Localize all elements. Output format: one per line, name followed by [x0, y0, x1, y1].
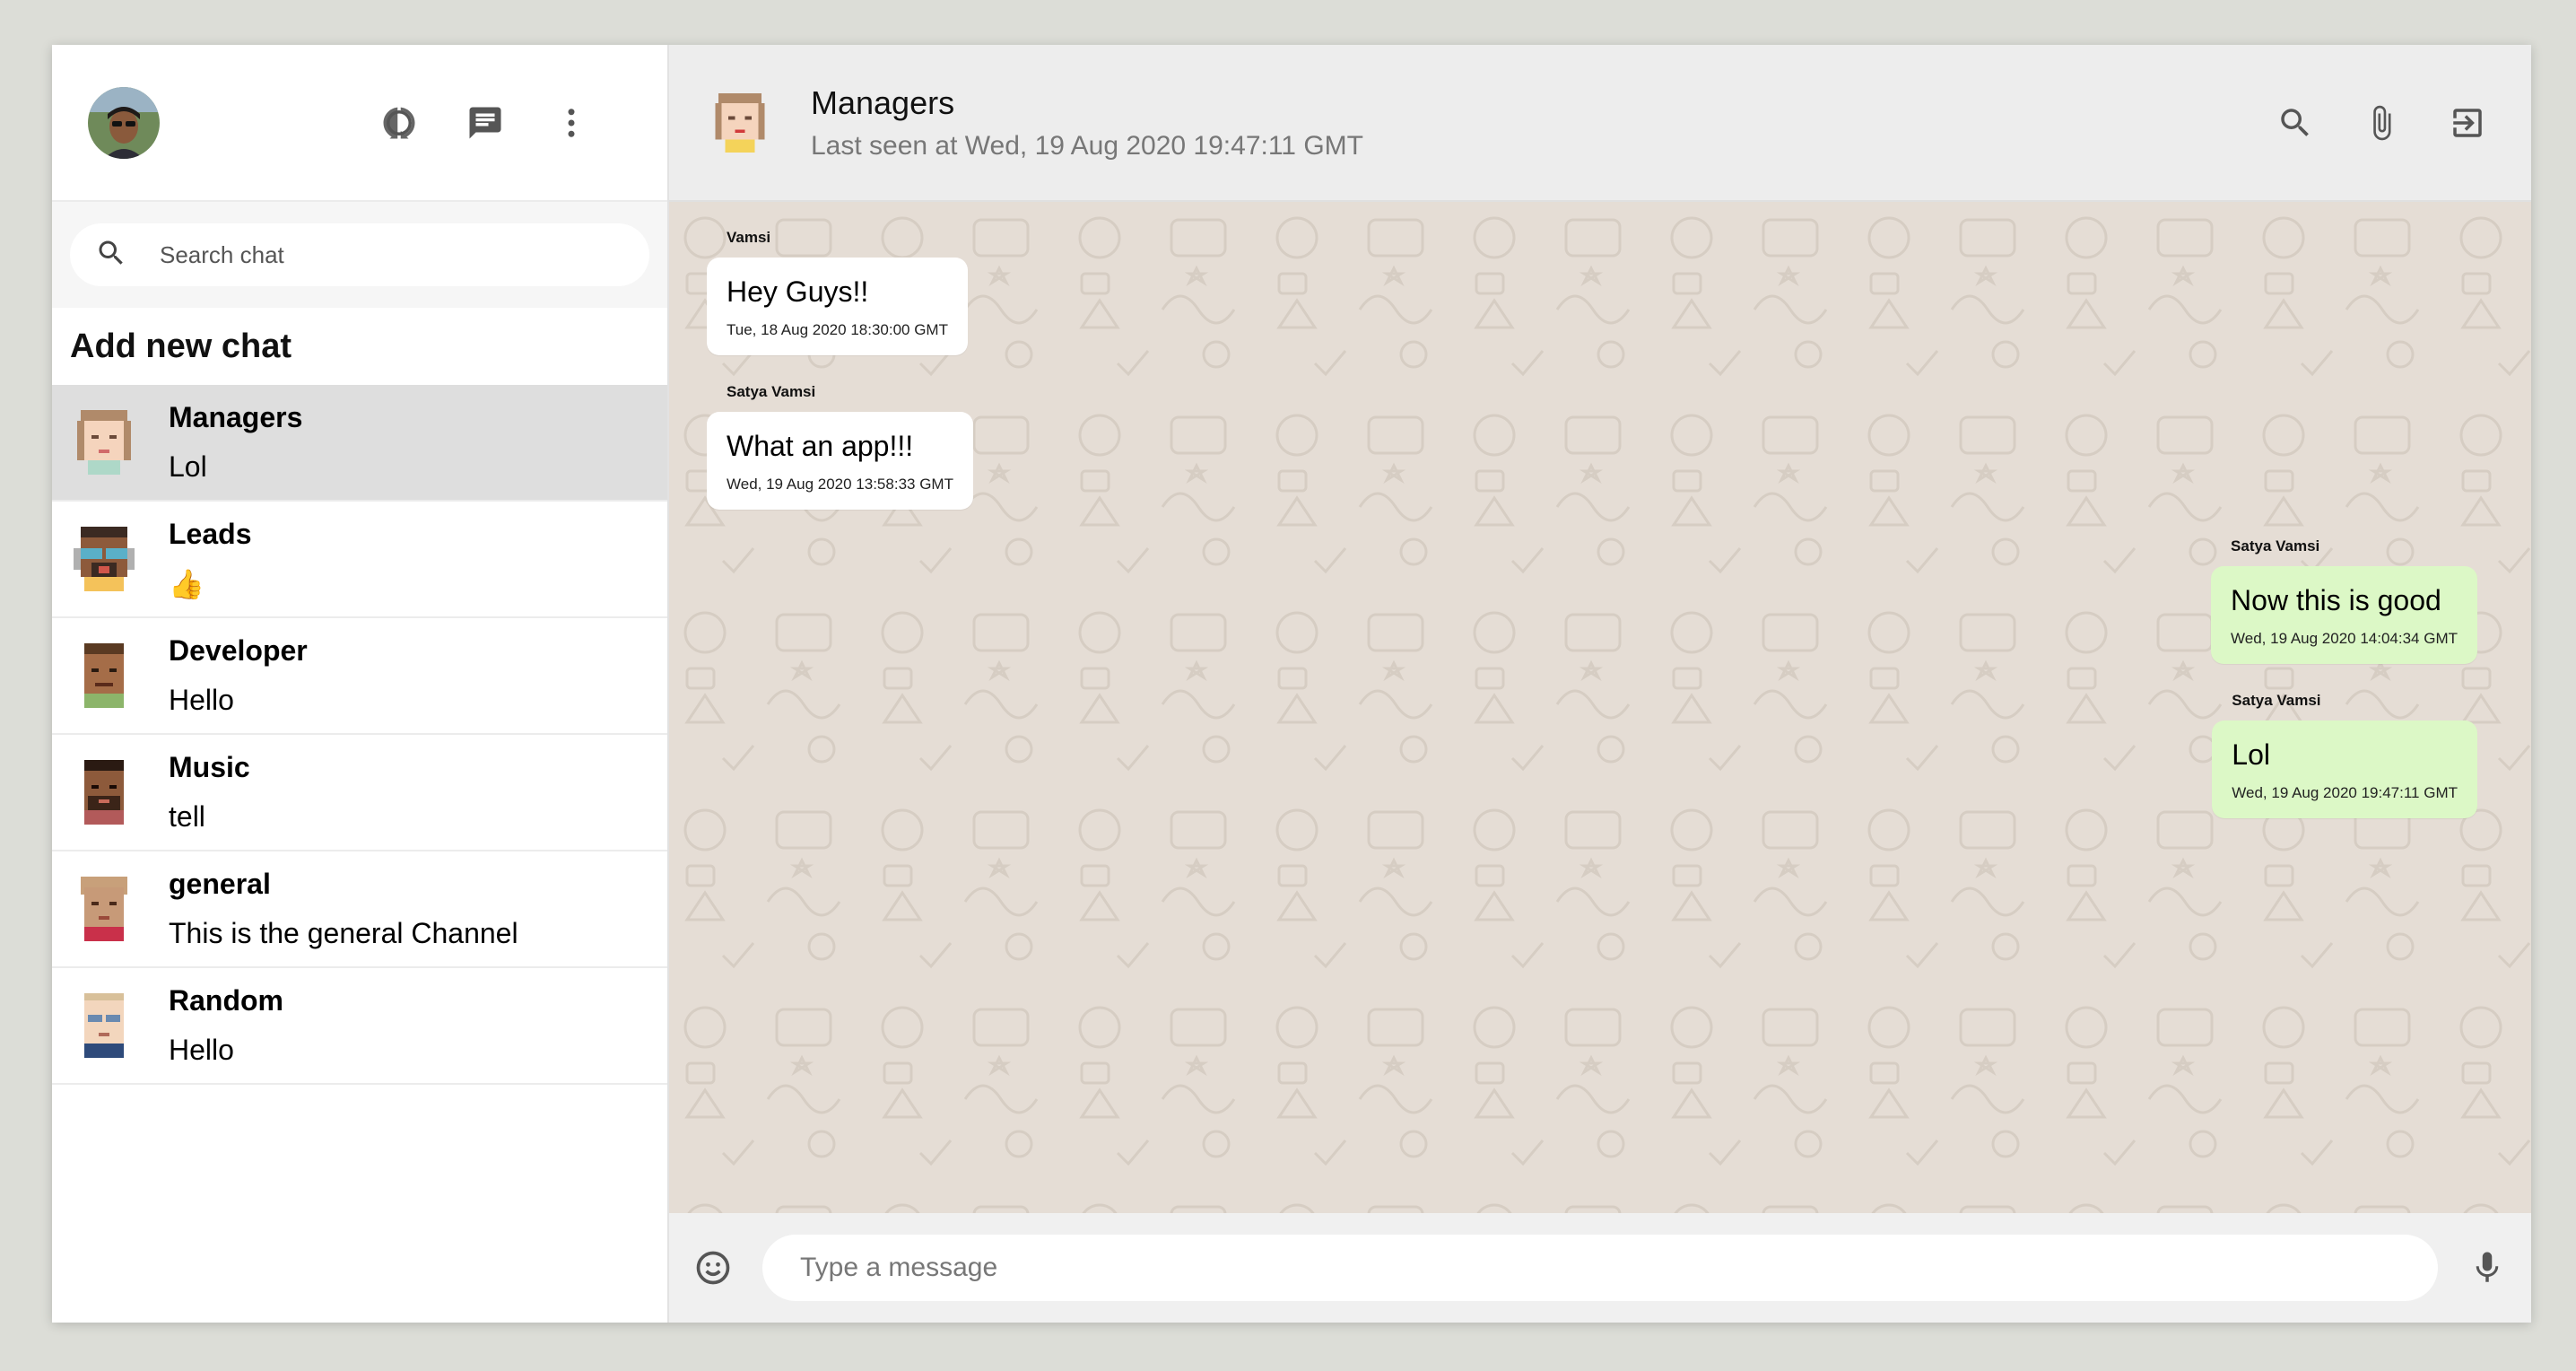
new-chat-icon[interactable] — [461, 99, 509, 147]
chat-name: Leads — [169, 517, 252, 550]
message-text: Lol — [2232, 738, 2270, 771]
message-sender: Satya Vamsi — [727, 383, 816, 400]
group-avatar — [70, 990, 138, 1061]
group-avatar — [70, 640, 138, 712]
search-icon[interactable] — [2271, 99, 2319, 147]
chat-last-message: tell — [169, 800, 205, 833]
message-composer — [669, 1213, 2531, 1323]
chat-item-leads[interactable]: Leads 👍 — [52, 502, 667, 618]
emoji-icon[interactable] — [689, 1244, 737, 1292]
chat-last-message: 👍 — [169, 567, 205, 600]
group-avatar — [70, 873, 138, 945]
group-avatar — [70, 756, 138, 828]
attach-icon[interactable] — [2357, 99, 2406, 147]
chat-last-message: Hello — [169, 1034, 234, 1066]
chat-name: Music — [169, 751, 250, 783]
chat-item-managers[interactable]: Managers Lol — [52, 385, 667, 502]
status-icon[interactable] — [375, 99, 423, 147]
chat-name: general — [169, 868, 271, 900]
message-bubble[interactable]: Hey Guys!! Tue, 18 Aug 2020 18:30:00 GMT — [707, 258, 968, 355]
message-time: Tue, 18 Aug 2020 18:30:00 GMT — [727, 321, 948, 338]
chat-last-message: This is the general Channel — [169, 917, 518, 949]
message-sender: Satya Vamsi — [2231, 537, 2320, 555]
message-sender: Satya Vamsi — [2232, 692, 2321, 709]
add-new-chat-button[interactable]: Add new chat — [52, 308, 667, 385]
message-text: Hey Guys!! — [727, 275, 869, 308]
chat-name: Managers — [169, 401, 303, 433]
message-time: Wed, 19 Aug 2020 19:47:11 GMT — [2232, 784, 2458, 801]
group-avatar — [70, 523, 138, 595]
chat-title: Managers — [811, 83, 955, 121]
message-input-wrapper — [762, 1235, 2438, 1301]
message-time: Wed, 19 Aug 2020 14:04:34 GMT — [2231, 630, 2458, 647]
chat-app: Add new chat Mana — [52, 45, 2531, 1323]
sidebar-header — [52, 45, 667, 202]
message: Satya Vamsi Now this is good Wed, 19 Aug… — [2211, 537, 2477, 664]
search-box — [70, 223, 649, 286]
message-input[interactable] — [798, 1252, 2402, 1284]
message-text: Now this is good — [2231, 584, 2441, 616]
chat-item-music[interactable]: Music tell — [52, 735, 667, 851]
more-vert-icon[interactable] — [547, 99, 596, 147]
message: Satya Vamsi Lol Wed, 19 Aug 2020 19:47:1… — [2212, 692, 2477, 818]
message: Satya Vamsi What an app!!! Wed, 19 Aug 2… — [707, 383, 973, 510]
chat-item-random[interactable]: Random Hello — [52, 968, 667, 1085]
message-area: Vamsi Hey Guys!! Tue, 18 Aug 2020 18:30:… — [669, 202, 2531, 1213]
chat-item-general[interactable]: general This is the general Channel — [52, 851, 667, 968]
message-bubble[interactable]: Lol Wed, 19 Aug 2020 19:47:11 GMT — [2212, 720, 2477, 818]
user-avatar[interactable] — [88, 86, 160, 159]
chat-item-developer[interactable]: Developer Hello — [52, 618, 667, 735]
chat-header-avatar[interactable] — [709, 87, 771, 159]
mic-icon[interactable] — [2463, 1244, 2511, 1292]
conversation-panel: Managers Last seen at Wed, 19 Aug 2020 1… — [669, 45, 2531, 1323]
chat-last-message: Lol — [169, 450, 207, 483]
chat-name: Developer — [169, 634, 308, 667]
message-time: Wed, 19 Aug 2020 13:58:33 GMT — [727, 476, 953, 493]
search-bar — [52, 202, 667, 308]
message-bubble[interactable]: What an app!!! Wed, 19 Aug 2020 13:58:33… — [707, 412, 973, 510]
sidebar: Add new chat Mana — [52, 45, 669, 1323]
search-icon — [95, 237, 127, 274]
message: Vamsi Hey Guys!! Tue, 18 Aug 2020 18:30:… — [707, 229, 968, 355]
last-seen: Last seen at Wed, 19 Aug 2020 19:47:11 G… — [811, 130, 1363, 161]
message-text: What an app!!! — [727, 430, 914, 462]
chat-header: Managers Last seen at Wed, 19 Aug 2020 1… — [669, 45, 2531, 202]
chat-last-message: Hello — [169, 684, 234, 716]
message-bubble[interactable]: Now this is good Wed, 19 Aug 2020 14:04:… — [2211, 566, 2477, 664]
chat-name: Random — [169, 984, 283, 1017]
search-input[interactable] — [158, 240, 624, 270]
message-sender: Vamsi — [727, 229, 771, 246]
chat-list: Managers Lol Leads 👍 Developer Hello Mus… — [52, 385, 667, 1323]
group-avatar — [70, 406, 138, 478]
logout-icon[interactable] — [2443, 99, 2492, 147]
